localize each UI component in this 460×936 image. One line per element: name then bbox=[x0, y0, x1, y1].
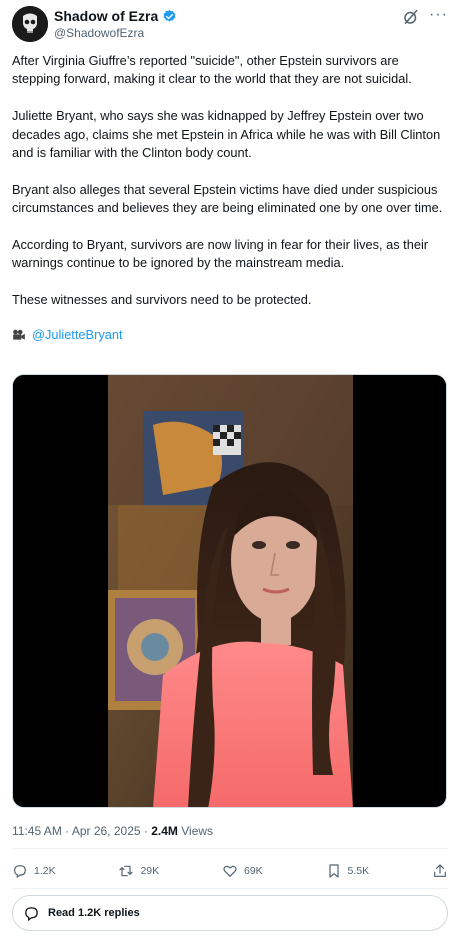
reply-button[interactable]: 1.2K bbox=[12, 863, 56, 879]
repost-icon bbox=[119, 865, 134, 877]
views-label: Views bbox=[181, 824, 214, 838]
video-camera-icon bbox=[13, 329, 25, 340]
reply-icon bbox=[14, 865, 26, 879]
bookmark-button[interactable]: 5.5K bbox=[326, 863, 370, 879]
author-handle[interactable]: @ShadowofEzra bbox=[54, 25, 177, 41]
video-frame bbox=[13, 375, 446, 807]
avatar[interactable] bbox=[12, 6, 48, 42]
action-bar: 1.2K 29K 69K 5.5K bbox=[12, 858, 448, 884]
repost-count: 29K bbox=[140, 865, 160, 877]
mention-line: @JulietteBryant bbox=[12, 326, 448, 344]
tweet-paragraph: According to Bryant, survivors are now l… bbox=[12, 237, 429, 271]
share-button[interactable] bbox=[432, 863, 448, 879]
like-count: 69K bbox=[243, 865, 263, 877]
divider bbox=[12, 848, 448, 849]
meta-separator: · bbox=[65, 824, 72, 838]
reply-icon bbox=[25, 906, 38, 921]
video-player[interactable] bbox=[12, 374, 447, 808]
tweet-paragraph: Bryant also alleges that several Epstein… bbox=[12, 181, 443, 216]
verified-badge-icon bbox=[163, 9, 176, 22]
repost-button[interactable]: 29K bbox=[118, 863, 159, 879]
views-count: 2.4M bbox=[151, 824, 178, 838]
more-options-icon[interactable]: ··· bbox=[429, 6, 448, 24]
tweet-paragraph: After Virginia Giuffre’s reported "suici… bbox=[12, 53, 412, 87]
tweet-paragraph: Juliette Bryant, who says she was kidnap… bbox=[12, 108, 441, 161]
share-icon bbox=[434, 864, 446, 877]
divider bbox=[12, 888, 448, 889]
heart-icon bbox=[223, 865, 237, 877]
tweet-meta: 11:45 AM · Apr 26, 2025 · 2.4M Views bbox=[12, 824, 213, 838]
author-display-name[interactable]: Shadow of Ezra bbox=[54, 8, 158, 25]
grok-icon[interactable] bbox=[402, 8, 420, 26]
bookmark-icon bbox=[328, 864, 339, 878]
reply-count: 1.2K bbox=[34, 865, 56, 877]
mention-link[interactable]: @JulietteBryant bbox=[32, 326, 123, 344]
author-names: Shadow of Ezra @ShadowofEzra bbox=[54, 8, 177, 41]
tweet-header: Shadow of Ezra @ShadowofEzra ··· bbox=[12, 6, 448, 46]
tweet-paragraph: These witnesses and survivors need to be… bbox=[12, 292, 312, 308]
like-button[interactable]: 69K bbox=[222, 863, 263, 879]
tweet-text: After Virginia Giuffre’s reported "suici… bbox=[12, 52, 448, 344]
tweet-date[interactable]: Apr 26, 2025 bbox=[72, 824, 141, 838]
read-replies-button[interactable]: Read 1.2K replies bbox=[12, 895, 448, 931]
read-replies-label: Read 1.2K replies bbox=[48, 907, 140, 919]
bookmark-count: 5.5K bbox=[347, 865, 370, 877]
tweet-time[interactable]: 11:45 AM bbox=[12, 824, 62, 838]
